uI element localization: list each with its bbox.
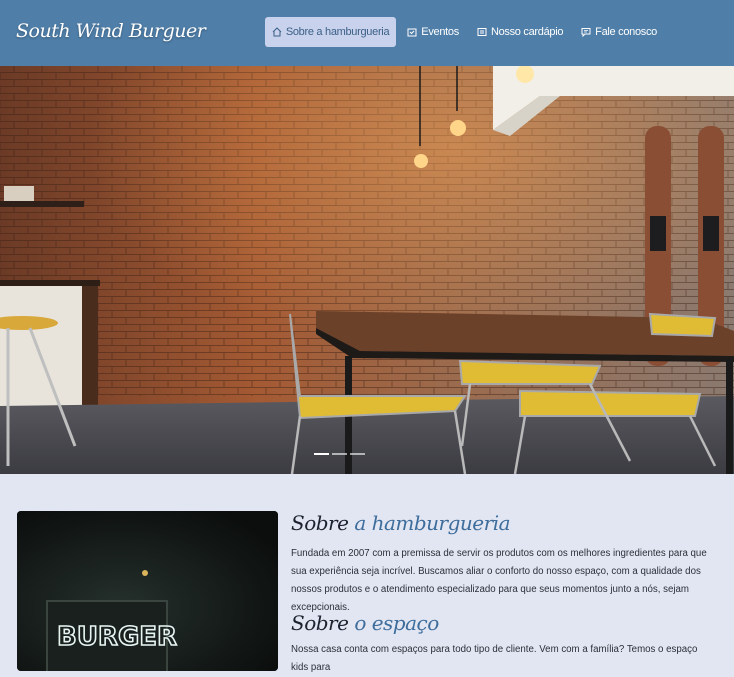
navbar: South Wind Burguer Sobre a hamburgueria …	[0, 0, 734, 66]
space-title-main: Sobre	[291, 611, 349, 635]
nav-item-fale-conosco[interactable]: Fale conosco	[574, 17, 664, 47]
menu-book-icon	[477, 28, 487, 36]
hero-carousel[interactable]	[0, 66, 734, 474]
carousel-indicator-1[interactable]	[314, 453, 329, 455]
neon-burger-text: BURGER	[57, 622, 177, 652]
burger-neon-sign-photo: BURGER	[17, 511, 278, 671]
nav-item-label: Nosso cardápio	[490, 26, 564, 38]
carousel-indicator-2[interactable]	[332, 453, 347, 455]
nav-item-eventos[interactable]: Eventos	[400, 17, 466, 47]
chat-icon	[581, 28, 591, 37]
nav-item-label: Eventos	[421, 26, 459, 38]
space-title: Sobre o espaço	[291, 611, 439, 635]
about-paragraph: Fundada em 2007 com a premissa de servir…	[291, 548, 707, 613]
calendar-icon	[407, 28, 417, 37]
nav-menu: Sobre a hamburgueria Eventos Nosso cardá…	[264, 17, 664, 47]
carousel-indicators	[314, 453, 365, 455]
brand-logo[interactable]: South Wind Burguer	[16, 20, 206, 42]
nav-item-label: Fale conosco	[595, 26, 657, 38]
home-icon	[272, 27, 282, 37]
neon-sign-image: BURGER	[17, 511, 278, 671]
about-title: Sobre a hamburgueria	[291, 511, 511, 535]
nav-item-label: Sobre a hamburgueria	[285, 26, 390, 38]
space-title-accent: o espaço	[354, 611, 439, 635]
restaurant-interior-photo	[0, 66, 734, 474]
about-title-accent: a hamburgueria	[354, 511, 511, 535]
about-title-main: Sobre	[291, 511, 349, 535]
about-section: BURGER Sobre a hamburgueria Fundada em 2…	[0, 474, 734, 673]
nav-item-cardapio[interactable]: Nosso cardápio	[470, 17, 570, 47]
carousel-indicator-3[interactable]	[350, 453, 365, 455]
space-paragraph: Nossa casa conta com espaços para todo t…	[291, 644, 698, 673]
nav-item-sobre[interactable]: Sobre a hamburgueria	[264, 17, 397, 47]
